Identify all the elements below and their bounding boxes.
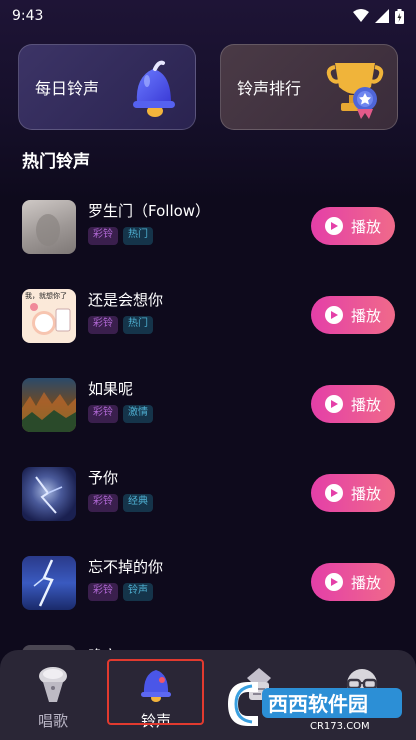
play-button[interactable]: 播放 <box>311 563 395 601</box>
status-icons <box>353 8 404 24</box>
list-item[interactable]: 我，就想你了 还是会想你 彩铃 热门 播放 <box>0 279 416 349</box>
tag-group: 彩铃 热门 <box>88 227 153 245</box>
play-icon <box>324 484 343 502</box>
tag: 彩铃 <box>88 405 118 423</box>
list-item[interactable]: 予你 彩铃 经典 播放 <box>0 457 416 527</box>
tag: 彩铃 <box>88 583 118 601</box>
tag-group: 彩铃 经典 <box>88 494 153 512</box>
watermark-url: CR173.COM <box>310 721 370 732</box>
song-title: 还是会想你 <box>88 291 164 309</box>
daily-ringtone-card[interactable]: 每日铃声 <box>18 44 196 130</box>
tag: 经典 <box>123 494 153 512</box>
play-label: 播放 <box>350 306 381 325</box>
song-title: 如果呢 <box>88 380 134 398</box>
nav-label: 唱歌 <box>37 712 68 730</box>
play-icon <box>324 395 343 413</box>
song-title: 忘不掉的你 <box>88 558 164 576</box>
play-button[interactable]: 播放 <box>311 474 395 512</box>
play-label: 播放 <box>350 573 381 592</box>
trophy-icon <box>326 63 384 119</box>
cover-image <box>22 200 76 254</box>
microphone-icon <box>39 667 67 702</box>
play-label: 播放 <box>350 484 381 503</box>
bell-icon <box>133 60 175 117</box>
cover-image <box>22 556 76 610</box>
highlight-annotation <box>107 659 204 725</box>
play-button[interactable]: 播放 <box>311 296 395 334</box>
cover-image <box>22 378 76 432</box>
list-item[interactable]: 忘不掉的你 彩铃 铃声 播放 <box>0 546 416 616</box>
nav-item-sing[interactable]: 唱歌 <box>13 664 93 734</box>
signal-icon <box>375 9 389 23</box>
cover-image: 我，就想你了 <box>22 289 76 343</box>
status-bar: 9:43 <box>0 0 416 32</box>
tag: 彩铃 <box>88 316 118 334</box>
tag-group: 彩铃 铃声 <box>88 583 153 601</box>
list-item[interactable]: 罗生门（Follow） 彩铃 热门 播放 <box>0 190 416 260</box>
tag: 彩铃 <box>88 227 118 245</box>
play-icon <box>324 306 343 324</box>
cover-image <box>22 467 76 521</box>
ringtone-ranking-card[interactable]: 铃声排行 <box>220 44 398 130</box>
watermark-logo: 西西软件园 CR173.COM <box>222 676 412 732</box>
tag: 热门 <box>123 316 153 334</box>
song-title: 予你 <box>88 469 119 487</box>
tag-group: 彩铃 热门 <box>88 316 153 334</box>
tag: 热门 <box>123 227 153 245</box>
tag: 铃声 <box>123 583 153 601</box>
tag: 激情 <box>123 405 153 423</box>
battery-icon <box>395 8 404 24</box>
song-title: 罗生门（Follow） <box>88 202 211 220</box>
play-label: 播放 <box>350 217 381 236</box>
section-title-hot: 热门铃声 <box>22 152 90 172</box>
play-button[interactable]: 播放 <box>311 207 395 245</box>
play-button[interactable]: 播放 <box>311 385 395 423</box>
status-time: 9:43 <box>12 8 44 24</box>
ringtone-ranking-label: 铃声排行 <box>237 79 302 98</box>
play-icon <box>324 217 343 235</box>
tag: 彩铃 <box>88 494 118 512</box>
list-item[interactable]: 如果呢 彩铃 激情 播放 <box>0 368 416 438</box>
play-icon <box>324 573 343 591</box>
wifi-icon <box>353 9 369 22</box>
tag-group: 彩铃 激情 <box>88 405 153 423</box>
watermark-brand: 西西软件园 <box>268 692 368 716</box>
play-label: 播放 <box>350 395 381 414</box>
daily-ringtone-label: 每日铃声 <box>35 79 100 98</box>
